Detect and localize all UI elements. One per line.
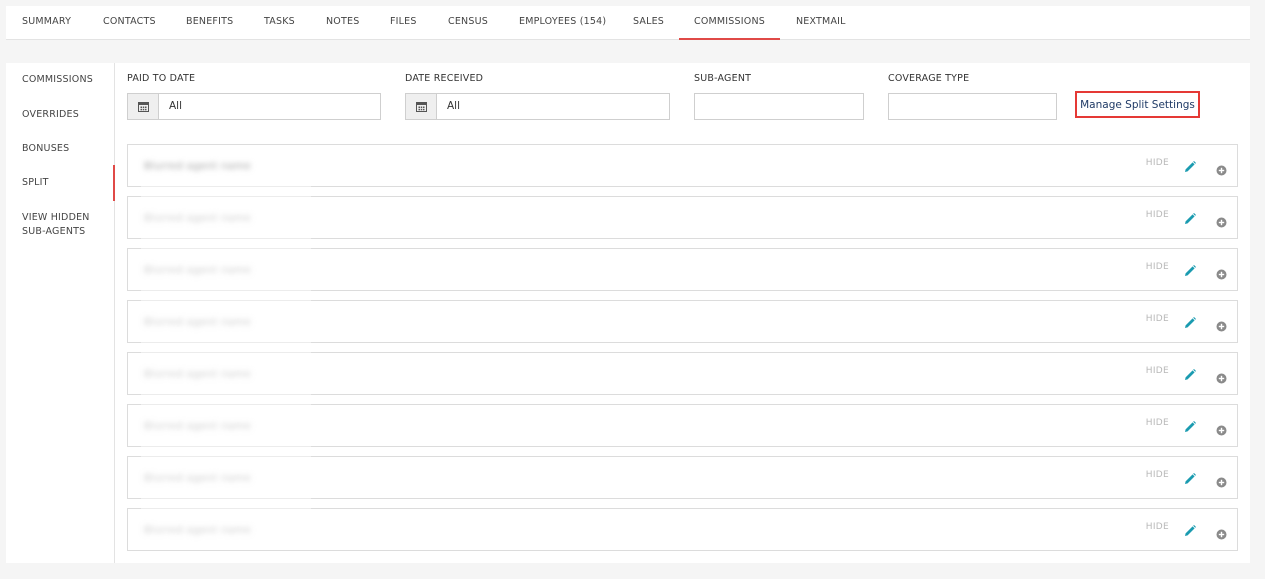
tab-notes[interactable]: NOTES — [326, 6, 359, 40]
date-received-value: All — [447, 100, 461, 112]
hide-button[interactable]: HIDE — [1146, 470, 1169, 480]
pencil-icon[interactable] — [1183, 315, 1197, 329]
plus-circle-icon[interactable] — [1216, 161, 1227, 176]
list-item: Blurred agent name HIDE — [127, 248, 1238, 291]
tab-benefits[interactable]: BENEFITS — [186, 6, 233, 40]
date-received-label: DATE RECEIVED — [405, 73, 484, 84]
hide-button[interactable]: HIDE — [1146, 158, 1169, 168]
sidebar-item-split[interactable]: SPLIT — [22, 176, 112, 190]
hide-button[interactable]: HIDE — [1146, 418, 1169, 428]
list-item: Blurred agent name HIDE — [127, 300, 1238, 343]
sub-agent-name: Blurred agent name — [144, 473, 252, 484]
hide-button[interactable]: HIDE — [1146, 522, 1169, 532]
pencil-icon[interactable] — [1183, 263, 1197, 277]
sidebar: COMMISSIONS OVERRIDES BONUSES SPLIT VIEW… — [6, 63, 115, 563]
tab-files[interactable]: FILES — [390, 6, 417, 40]
paid-to-date-value: All — [169, 100, 183, 112]
coverage-type-input[interactable] — [888, 93, 1057, 120]
paid-to-date-field[interactable]: All — [127, 93, 381, 120]
pencil-icon[interactable] — [1183, 367, 1197, 381]
tab-summary[interactable]: SUMMARY — [22, 6, 71, 40]
sub-agent-list: Blurred agent name HIDE Blurred agent name… — [127, 144, 1238, 560]
paid-to-date-label: PAID TO DATE — [127, 73, 196, 84]
hide-button[interactable]: HIDE — [1146, 366, 1169, 376]
coverage-type-label: COVERAGE TYPE — [888, 73, 970, 84]
tab-census[interactable]: CENSUS — [448, 6, 488, 40]
sub-agent-name: Blurred agent name — [144, 317, 252, 328]
tab-contacts[interactable]: CONTACTS — [103, 6, 156, 40]
list-item: Blurred agent name HIDE — [127, 508, 1238, 551]
sidebar-item-overrides[interactable]: OVERRIDES — [22, 108, 112, 122]
sub-agent-name: Blurred agent name — [144, 525, 252, 536]
plus-circle-icon[interactable] — [1216, 525, 1227, 540]
list-item: Blurred agent name HIDE — [127, 404, 1238, 447]
date-received-field[interactable]: All — [405, 93, 670, 120]
plus-circle-icon[interactable] — [1216, 473, 1227, 488]
calendar-icon[interactable] — [406, 94, 437, 119]
tab-tasks[interactable]: TASKS — [264, 6, 295, 40]
hide-button[interactable]: HIDE — [1146, 262, 1169, 272]
list-item: Blurred agent name HIDE — [127, 352, 1238, 395]
plus-circle-icon[interactable] — [1216, 317, 1227, 332]
hide-button[interactable]: HIDE — [1146, 314, 1169, 324]
pencil-icon[interactable] — [1183, 419, 1197, 433]
pencil-icon[interactable] — [1183, 211, 1197, 225]
manage-split-settings-link[interactable]: Manage Split Settings — [1075, 91, 1200, 118]
list-item: Blurred agent name HIDE — [127, 196, 1238, 239]
active-indicator — [113, 165, 115, 201]
tab-commissions[interactable]: COMMISSIONS — [679, 6, 780, 40]
sidebar-item-view-hidden-sub-agents[interactable]: VIEW HIDDEN SUB-AGENTS — [22, 211, 102, 239]
sub-agent-label: SUB-AGENT — [694, 73, 752, 84]
tab-sales[interactable]: SALES — [633, 6, 664, 40]
pencil-icon[interactable] — [1183, 159, 1197, 173]
calendar-icon[interactable] — [128, 94, 159, 119]
pencil-icon[interactable] — [1183, 523, 1197, 537]
sidebar-item-commissions[interactable]: COMMISSIONS — [22, 73, 112, 87]
plus-circle-icon[interactable] — [1216, 265, 1227, 280]
top-tab-bar: SUMMARY CONTACTS BENEFITS TASKS NOTES FI… — [6, 6, 1250, 40]
plus-circle-icon[interactable] — [1216, 369, 1227, 384]
plus-circle-icon[interactable] — [1216, 421, 1227, 436]
sub-agent-name: Blurred agent name — [144, 421, 252, 432]
sub-agent-name: Blurred agent name — [144, 265, 252, 276]
plus-circle-icon[interactable] — [1216, 213, 1227, 228]
sidebar-item-bonuses[interactable]: BONUSES — [22, 142, 112, 156]
hide-button[interactable]: HIDE — [1146, 210, 1169, 220]
sub-agent-input[interactable] — [694, 93, 864, 120]
tab-employees[interactable]: EMPLOYEES (154) — [519, 6, 606, 40]
sub-agent-name: Blurred agent name — [144, 369, 252, 380]
tab-nextmail[interactable]: NEXTMAIL — [796, 6, 846, 40]
sub-agent-name: Blurred agent name — [144, 161, 252, 172]
commissions-panel: COMMISSIONS OVERRIDES BONUSES SPLIT VIEW… — [6, 63, 1250, 563]
list-item: Blurred agent name HIDE — [127, 456, 1238, 499]
list-item: Blurred agent name HIDE — [127, 144, 1238, 187]
pencil-icon[interactable] — [1183, 471, 1197, 485]
sub-agent-name: Blurred agent name — [144, 213, 252, 224]
